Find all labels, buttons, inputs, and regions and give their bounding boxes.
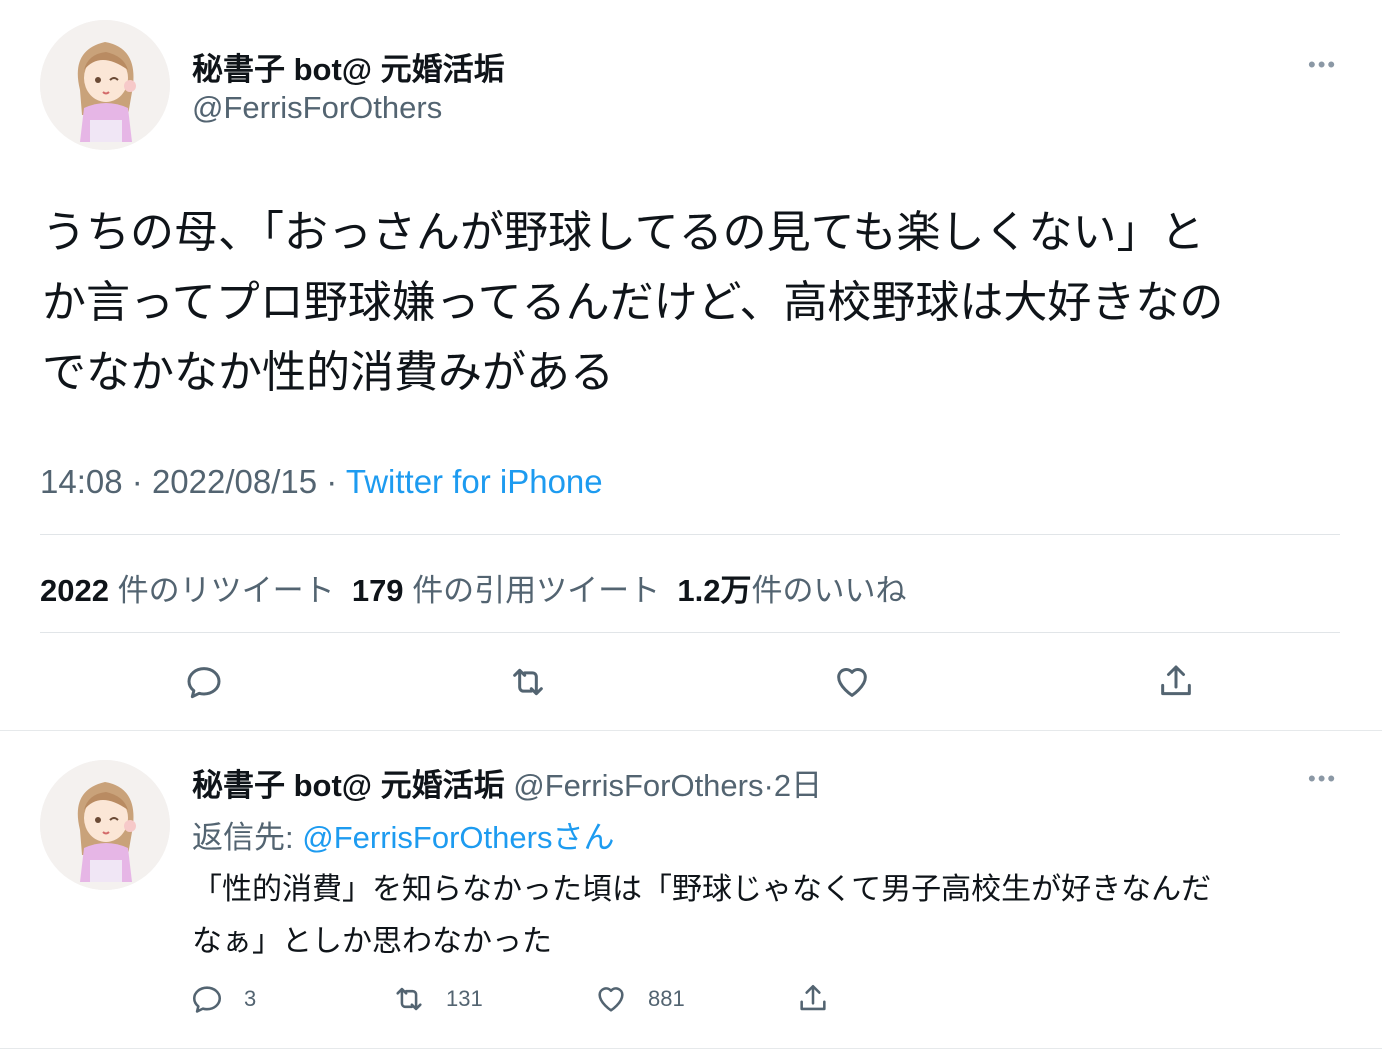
- replying-to: 返信先: @FerrisForOthersさん: [192, 812, 614, 857]
- heart-icon: [598, 987, 624, 1012]
- tweet-text-line: うちの母、「おっさんが野球してるの見ても楽しくない」と: [42, 208, 1205, 257]
- like-count: 881: [648, 986, 685, 1011]
- meta-separator: ·: [326, 463, 338, 500]
- quotes-count: 179: [351, 573, 404, 608]
- retweet-count: 131: [446, 986, 483, 1011]
- meta-separator: ·: [763, 768, 774, 803]
- retweet-icon: [513, 668, 543, 696]
- thread-divider: [0, 730, 1382, 731]
- reply-reply-button[interactable]: 3: [190, 982, 256, 1016]
- meta-separator: ·: [131, 463, 143, 500]
- reply-age[interactable]: 2日: [774, 768, 822, 803]
- tweet-stats: 2022 件のリツイート 179 件の引用ツイート 1.2万件のいいね: [40, 565, 907, 610]
- reply-author-avatar[interactable]: [40, 760, 170, 890]
- author-name[interactable]: 秘書子 bot@ 元婚活垢: [192, 44, 505, 89]
- reply-icon: [192, 986, 222, 1013]
- tweet-text-line: でなかなか性的消費みがある: [42, 348, 614, 397]
- likes-count: 1.2万: [677, 573, 752, 608]
- author-avatar[interactable]: [40, 20, 170, 150]
- tweet-source-link[interactable]: Twitter for iPhone: [346, 463, 603, 500]
- retweets-stat[interactable]: 2022 件のリツイート: [40, 573, 335, 608]
- quotes-stat[interactable]: 179 件の引用ツイート: [352, 573, 660, 608]
- reply-author-handle[interactable]: @FerrisForOthers: [513, 768, 763, 803]
- reply-icon: [187, 667, 221, 699]
- author-handle[interactable]: @FerrisForOthers: [192, 90, 442, 126]
- reply-retweet-button[interactable]: 131: [392, 982, 483, 1016]
- reply-text: 「性的消費」を知らなかった頃は「野球じゃなくて男子高校生が好きなんだ なぁ」とし…: [192, 864, 1211, 968]
- reply-more-options-icon[interactable]: •••: [1308, 766, 1337, 792]
- tweet-text-line: か言ってプロ野球嫌ってるんだけど、高校野球は大好きなの: [42, 278, 1224, 327]
- share-button[interactable]: [1154, 660, 1198, 704]
- likes-stat[interactable]: 1.2万件のいいね: [677, 573, 906, 608]
- tweet-text: うちの母、「おっさんが野球してるの見ても楽しくない」と か言ってプロ野球嫌ってる…: [42, 198, 1223, 408]
- reply-to-handle-link[interactable]: @FerrisForOthersさん: [302, 820, 614, 855]
- retweets-label: 件のリツイート: [117, 573, 335, 608]
- divider: [40, 632, 1340, 633]
- reply-author-name[interactable]: 秘書子 bot@ 元婚活垢: [192, 768, 505, 803]
- retweet-icon: [396, 987, 422, 1011]
- retweet-button[interactable]: [506, 660, 550, 704]
- share-icon: [800, 984, 826, 1011]
- reply-button[interactable]: [182, 660, 226, 704]
- reply-to-prefix: 返信先:: [192, 820, 303, 855]
- share-icon: [1161, 665, 1191, 696]
- reply-share-button[interactable]: [796, 982, 830, 1016]
- avatar-illustration: [40, 760, 170, 890]
- divider: [40, 534, 1340, 535]
- reply-like-button[interactable]: 881: [594, 982, 685, 1016]
- quotes-label: 件の引用ツイート: [412, 573, 661, 608]
- retweets-count: 2022: [40, 573, 109, 608]
- more-options-icon[interactable]: •••: [1308, 52, 1337, 78]
- tweet-time[interactable]: 14:08: [40, 463, 123, 500]
- reply-text-line: なぁ」としか思わなかった: [192, 925, 552, 958]
- tweet-date[interactable]: 2022/08/15: [152, 463, 317, 500]
- bottom-divider: [0, 1048, 1382, 1049]
- reply-header: 秘書子 bot@ 元婚活垢 @FerrisForOthers·2日: [192, 760, 822, 805]
- like-button[interactable]: [830, 660, 874, 704]
- avatar-illustration: [40, 20, 170, 150]
- likes-label: 件のいいね: [751, 573, 907, 608]
- tweet-meta: 14:08 · 2022/08/15 · Twitter for iPhone: [40, 463, 603, 501]
- reply-text-line: 「性的消費」を知らなかった頃は「野球じゃなくて男子高校生が好きなんだ: [192, 873, 1212, 906]
- heart-icon: [837, 668, 867, 697]
- reply-count: 3: [244, 986, 257, 1011]
